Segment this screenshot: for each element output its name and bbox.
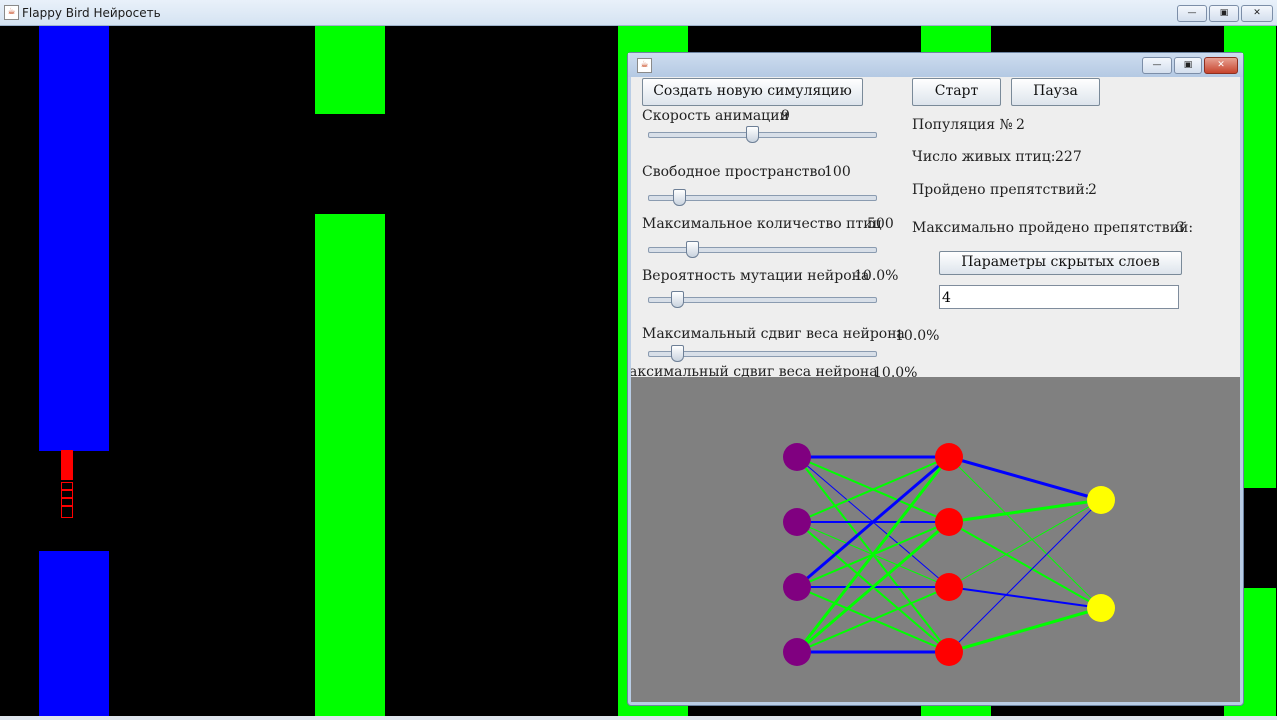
network-canvas [783, 443, 1115, 666]
slider-thumb[interactable] [671, 291, 684, 308]
connections [795, 455, 1102, 654]
alive-birds-label: Число живых птиц: [912, 149, 1056, 165]
connection [948, 498, 1102, 524]
hidden-layers-input[interactable]: 4 [939, 285, 1179, 309]
bird [61, 470, 73, 480]
close-button[interactable]: ✕ [1241, 5, 1273, 22]
hidden-neurons [935, 443, 963, 666]
mutation-prob-value: 10.0% [854, 268, 899, 284]
passed-value: 2 [1088, 182, 1097, 198]
free-space-label: Свободное пространство [642, 164, 826, 180]
anim-speed-label: Скорость анимации [642, 108, 789, 124]
max-birds-label: Максимальное количество птиц [642, 216, 882, 232]
bird [61, 482, 73, 490]
input-neurons [783, 443, 811, 666]
bird [61, 490, 73, 498]
settings-panel: Создать новую симуляцию Старт Пауза Скор… [631, 77, 1240, 377]
max-shift-value-artifact: 10.0% [873, 365, 918, 377]
pipe-bottom-active [39, 551, 109, 718]
mutation-prob-label: Вероятность мутации нейрона [642, 268, 870, 284]
anim-speed-value: 9 [781, 108, 790, 124]
population-value: 2 [1016, 117, 1025, 133]
bird [61, 506, 73, 518]
output-neuron [1087, 594, 1115, 622]
input-neuron [783, 638, 811, 666]
pipe-top-active [39, 26, 109, 451]
slider-thumb[interactable] [671, 345, 684, 362]
max-shift-value: 10.0% [895, 328, 940, 344]
mutation-prob-slider[interactable] [648, 291, 877, 308]
window-title: Flappy Bird Нейросеть [22, 6, 161, 20]
input-neuron [783, 508, 811, 536]
window-bottom-border [0, 716, 1277, 720]
pipe-bottom [315, 214, 385, 718]
max-passed-value: 3 [1176, 220, 1185, 236]
bird [61, 460, 73, 470]
minimize-button[interactable]: — [1177, 5, 1207, 22]
hidden-neuron [935, 573, 963, 601]
new-simulation-button[interactable]: Создать новую симуляцию [642, 78, 863, 106]
main-window-titlebar: ☕ Flappy Bird Нейросеть — ▣ ✕ [0, 0, 1277, 26]
control-window: ☕ — ▣ ✕ Создать новую симуляцию Старт Па… [627, 52, 1244, 706]
connection [948, 521, 1102, 609]
slider-thumb[interactable] [686, 241, 699, 258]
population-label: Популяция № [912, 117, 1013, 133]
hidden-neuron [935, 443, 963, 471]
free-space-slider[interactable] [648, 189, 877, 206]
connection [948, 586, 1102, 609]
max-passed-label: Максимально пройдено препятствий: [912, 220, 1194, 236]
slider-thumb[interactable] [746, 126, 759, 143]
hidden-neuron [935, 508, 963, 536]
java-cup-icon: ☕ [4, 5, 19, 20]
connection [948, 499, 1102, 588]
input-neuron [783, 443, 811, 471]
pipe-top [315, 26, 385, 114]
anim-speed-slider[interactable] [648, 126, 877, 143]
input-neuron [783, 573, 811, 601]
max-shift-label: Максимальный сдвиг веса нейрона [642, 326, 905, 342]
free-space-value: 100 [824, 164, 851, 180]
java-cup-icon: ☕ [637, 58, 652, 73]
max-shift-label-artifact: аксимальный сдвиг веса нейрона [631, 364, 878, 377]
hidden-layers-button[interactable]: Параметры скрытых слоев [939, 251, 1182, 275]
alive-birds-value: 227 [1055, 149, 1082, 165]
bird [61, 450, 73, 460]
connection [948, 606, 1102, 654]
passed-label: Пройдено препятствий: [912, 182, 1090, 198]
slider-thumb[interactable] [673, 189, 686, 206]
minimize-button[interactable]: — [1142, 57, 1172, 74]
start-button[interactable]: Старт [912, 78, 1001, 106]
bird [61, 498, 73, 506]
pause-button[interactable]: Пауза [1011, 78, 1100, 106]
hidden-neuron [935, 638, 963, 666]
output-neurons [1087, 486, 1115, 622]
maximize-button[interactable]: ▣ [1174, 57, 1202, 74]
max-shift-slider[interactable] [648, 345, 877, 362]
close-button[interactable]: ✕ [1204, 57, 1238, 74]
control-window-titlebar[interactable]: ☕ — ▣ ✕ [628, 53, 1243, 77]
maximize-button[interactable]: ▣ [1209, 5, 1239, 22]
max-birds-slider[interactable] [648, 241, 877, 258]
network-visualization [631, 377, 1240, 702]
max-birds-value: 500 [867, 216, 894, 232]
connection [948, 455, 1102, 502]
output-neuron [1087, 486, 1115, 514]
